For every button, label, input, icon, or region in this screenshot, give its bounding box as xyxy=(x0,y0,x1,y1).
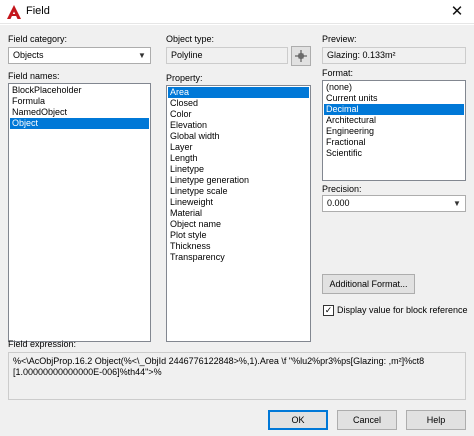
window-title: Field xyxy=(26,5,50,17)
property-item[interactable]: Linetype scale xyxy=(168,186,309,197)
format-list[interactable]: (none) Current units Decimal Architectur… xyxy=(322,80,466,181)
preview-value: Glazing: 0.133m² xyxy=(327,50,396,60)
field-names-list[interactable]: BlockPlaceholder Formula NamedObject Obj… xyxy=(8,83,151,342)
property-item[interactable]: Transparency xyxy=(168,252,309,263)
preview-field: Glazing: 0.133m² xyxy=(322,47,466,64)
property-item[interactable]: Plot style xyxy=(168,230,309,241)
dialog-body: Field category: Objects ▼ Field names: B… xyxy=(0,25,474,436)
precision-value: 0.000 xyxy=(327,198,350,208)
property-item[interactable]: Elevation xyxy=(168,120,309,131)
field-category-value: Objects xyxy=(13,50,44,60)
format-item[interactable]: Architectural xyxy=(324,115,464,126)
format-item-selected[interactable]: Decimal xyxy=(324,104,464,115)
property-item[interactable]: Color xyxy=(168,109,309,120)
object-type-value: Polyline xyxy=(171,50,203,60)
additional-format-button[interactable]: Additional Format... xyxy=(322,274,415,294)
object-type-label: Object type: xyxy=(166,34,215,44)
object-type-field: Polyline xyxy=(166,47,288,64)
format-item[interactable]: Engineering xyxy=(324,126,464,137)
property-item[interactable]: Thickness xyxy=(168,241,309,252)
pick-object-icon xyxy=(295,50,307,62)
select-object-button[interactable] xyxy=(291,46,311,66)
chevron-down-icon: ▼ xyxy=(138,51,146,60)
property-item[interactable]: Object name xyxy=(168,219,309,230)
display-block-ref-label: Display value for block reference xyxy=(337,305,468,315)
precision-label: Precision: xyxy=(322,184,362,194)
chevron-down-icon: ▼ xyxy=(453,199,461,208)
format-item[interactable]: Current units xyxy=(324,93,464,104)
precision-dropdown[interactable]: 0.000 ▼ xyxy=(322,195,466,212)
property-item[interactable]: Linetype generation xyxy=(168,175,309,186)
cancel-button[interactable]: Cancel xyxy=(337,410,397,430)
close-button[interactable]: ✕ xyxy=(446,2,468,22)
property-item[interactable]: Lineweight xyxy=(168,197,309,208)
preview-label: Preview: xyxy=(322,34,357,44)
property-item[interactable]: Closed xyxy=(168,98,309,109)
help-button[interactable]: Help xyxy=(406,410,466,430)
property-item[interactable]: Global width xyxy=(168,131,309,142)
property-item[interactable]: Material xyxy=(168,208,309,219)
format-item[interactable]: (none) xyxy=(324,82,464,93)
property-list[interactable]: Area Closed Color Elevation Global width… xyxy=(166,85,311,342)
field-names-label: Field names: xyxy=(8,71,60,81)
field-name-item[interactable]: NamedObject xyxy=(10,107,149,118)
property-item[interactable]: Linetype xyxy=(168,164,309,175)
field-name-item[interactable]: BlockPlaceholder xyxy=(10,85,149,96)
property-item-selected[interactable]: Area xyxy=(168,87,309,98)
title-bar: Field ✕ xyxy=(0,0,474,24)
property-label: Property: xyxy=(166,73,203,83)
field-category-label: Field category: xyxy=(8,34,68,44)
field-name-item-selected[interactable]: Object xyxy=(10,118,149,129)
field-expression-line: [1.00000000000000E-006]%th44">% xyxy=(13,367,162,377)
format-item[interactable]: Fractional xyxy=(324,137,464,148)
property-item[interactable]: Length xyxy=(168,153,309,164)
ok-button[interactable]: OK xyxy=(268,410,328,430)
field-category-dropdown[interactable]: Objects ▼ xyxy=(8,47,151,64)
autocad-logo-icon xyxy=(7,5,21,19)
field-expression-box[interactable]: %<\AcObjProp.16.2 Object(%<\_ObjId 24467… xyxy=(8,352,466,400)
field-name-item[interactable]: Formula xyxy=(10,96,149,107)
field-expression-line: %<\AcObjProp.16.2 Object(%<\_ObjId 24467… xyxy=(13,356,425,366)
property-item[interactable]: Layer xyxy=(168,142,309,153)
format-item[interactable]: Scientific xyxy=(324,148,464,159)
field-expression-label: Field expression: xyxy=(8,339,77,349)
display-block-ref-checkbox[interactable]: ✓ xyxy=(323,305,334,316)
format-label: Format: xyxy=(322,68,354,78)
